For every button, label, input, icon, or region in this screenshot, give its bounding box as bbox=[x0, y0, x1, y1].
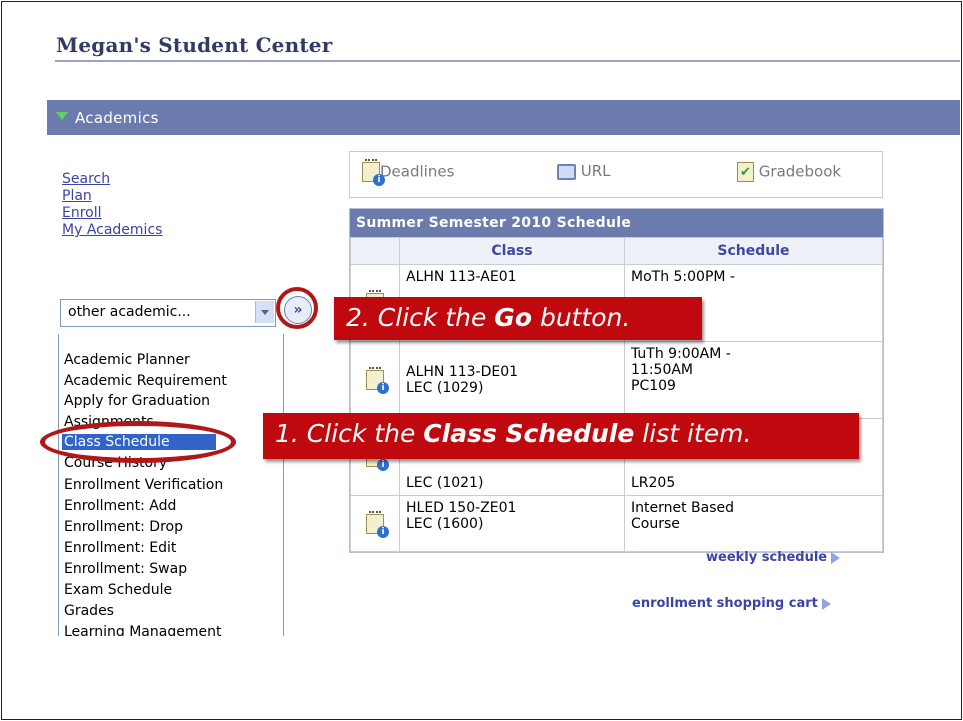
gradebook-label: Gradebook bbox=[758, 162, 842, 181]
weekly-schedule-label: weekly schedule bbox=[706, 550, 828, 565]
schedule-column-header: Schedule bbox=[624, 237, 883, 265]
schedule-panel: Summer Semester 2010 Schedule Class Sche… bbox=[349, 208, 884, 553]
list-item[interactable]: Apply for Graduation bbox=[64, 393, 210, 409]
url-label: URL bbox=[580, 162, 611, 180]
arrow-right-icon bbox=[821, 597, 831, 610]
page-title: Megan's Student Center bbox=[56, 33, 333, 57]
table-row: i HLED 150-ZE01 LEC (1600) Internet Based… bbox=[350, 495, 883, 552]
class-cell: ALHN 113-DE01 LEC (1029) bbox=[399, 341, 625, 419]
search-link[interactable]: Search bbox=[62, 171, 162, 188]
calendar-icon[interactable]: i bbox=[366, 510, 389, 538]
academic-nav-links: Search Plan Enroll My Academics bbox=[62, 171, 162, 239]
my-academics-link[interactable]: My Academics bbox=[62, 222, 162, 239]
class-column-header: Class bbox=[399, 237, 625, 265]
url-icon bbox=[557, 163, 576, 180]
schedule-cell: TuTh 9:00AM -11:50AM PC109 bbox=[624, 341, 883, 419]
list-item[interactable]: Enrollment: Drop bbox=[64, 519, 183, 535]
other-academic-select[interactable]: other academic... bbox=[60, 299, 276, 327]
go-highlight-ring bbox=[276, 287, 318, 329]
list-item[interactable]: Academic Planner bbox=[64, 352, 190, 368]
weekly-schedule-link[interactable]: weekly schedule bbox=[706, 550, 841, 565]
deadlines-label: Deadlines bbox=[380, 162, 455, 181]
list-item[interactable]: Enrollment: Add bbox=[64, 498, 176, 514]
class-schedule-highlight-oval bbox=[40, 421, 236, 463]
schedule-title: Summer Semester 2010 Schedule bbox=[350, 209, 883, 237]
icon-column-header bbox=[350, 237, 400, 265]
row-icon-cell: i bbox=[350, 495, 400, 552]
collapse-triangle-icon[interactable] bbox=[56, 112, 68, 120]
class-cell: HLED 150-ZE01 LEC (1600) bbox=[399, 495, 625, 552]
calendar-icon: i bbox=[362, 159, 385, 186]
step1-callout: 1. Click the Class Schedule list item. bbox=[263, 413, 859, 459]
schedule-cell: Internet Based Course bbox=[624, 495, 883, 552]
list-item[interactable]: Enrollment: Edit bbox=[64, 540, 176, 556]
gradebook-icon bbox=[737, 162, 754, 182]
list-item[interactable]: Learning Management bbox=[64, 624, 221, 636]
calendar-icon[interactable]: i bbox=[366, 367, 389, 394]
list-item[interactable]: Exam Schedule bbox=[64, 582, 172, 598]
section-label: Academics bbox=[75, 109, 159, 127]
shopping-cart-label: enrollment shopping cart bbox=[632, 596, 818, 611]
step2-callout: 2. Click the Go button. bbox=[334, 297, 702, 340]
table-row: i ALHN 113-DE01 LEC (1029) TuTh 9:00AM -1… bbox=[350, 341, 883, 419]
title-divider bbox=[55, 60, 960, 62]
academic-toolbar: iDeadlines URL Gradebook bbox=[349, 151, 883, 198]
list-item[interactable]: Academic Requirement bbox=[64, 373, 227, 389]
row-icon-cell: i bbox=[350, 341, 400, 419]
url-button[interactable]: URL bbox=[557, 162, 611, 180]
list-item[interactable]: Grades bbox=[64, 603, 114, 619]
enroll-link[interactable]: Enroll bbox=[62, 205, 162, 222]
list-item[interactable]: Enrollment: Swap bbox=[64, 561, 187, 577]
deadlines-button[interactable]: i Deadlines bbox=[362, 159, 455, 186]
shopping-cart-link[interactable]: enrollment shopping cart bbox=[632, 596, 831, 611]
list-item[interactable]: Enrollment Verification bbox=[64, 477, 223, 493]
academic-options-list[interactable]: Academic Planner Academic Requirement Ap… bbox=[58, 334, 284, 636]
arrow-right-icon bbox=[831, 551, 841, 564]
academics-section-header[interactable]: Academics bbox=[47, 100, 960, 135]
select-value: other academic... bbox=[68, 304, 191, 320]
schedule-table: Class Schedule i ALHN 113-AE01 MoTh 5:00… bbox=[350, 237, 883, 552]
plan-link[interactable]: Plan bbox=[62, 188, 162, 205]
gradebook-button[interactable]: Gradebook bbox=[737, 162, 841, 182]
chevron-down-icon[interactable] bbox=[255, 301, 274, 323]
